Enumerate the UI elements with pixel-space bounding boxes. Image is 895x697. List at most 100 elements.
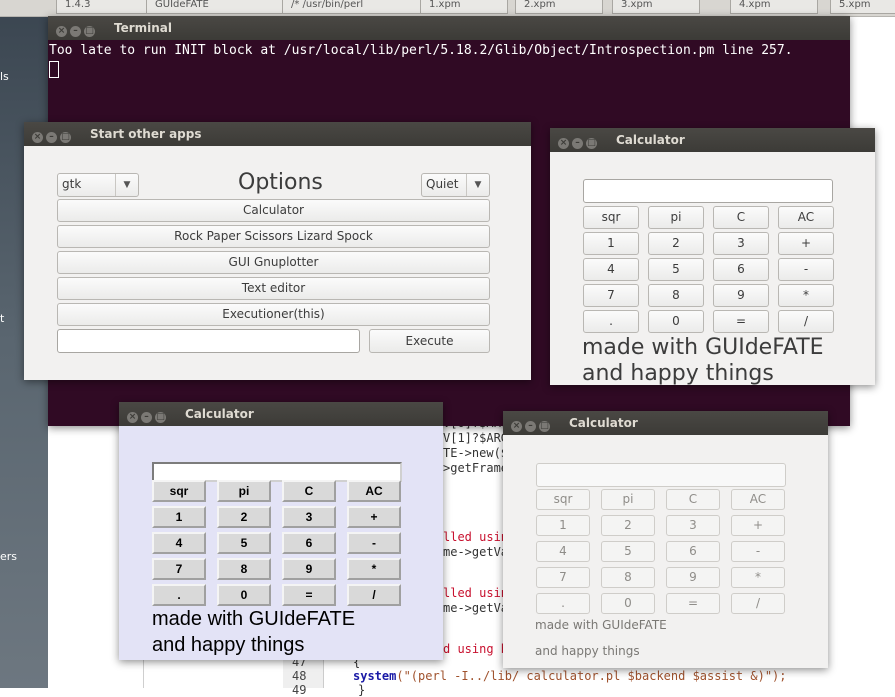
calc-key-button[interactable]: 4 <box>583 258 639 281</box>
calc-key-button[interactable]: 4 <box>152 532 206 554</box>
editor-tab[interactable]: 1.4.3 <box>56 0 154 14</box>
calc-key-button[interactable]: 5 <box>217 532 271 554</box>
editor-tab[interactable]: 3.xpm <box>612 0 700 14</box>
maximize-icon[interactable]: □ <box>155 412 166 423</box>
calc-key-button[interactable]: - <box>778 258 834 281</box>
calculator-titlebar[interactable]: × – □ Calculator <box>503 411 828 435</box>
maximize-icon[interactable]: □ <box>586 138 597 149</box>
calc-key-button[interactable]: = <box>282 584 336 606</box>
calc-key-button[interactable]: 1 <box>152 506 206 528</box>
calc-key-button[interactable]: AC <box>731 489 785 510</box>
calculator-titlebar[interactable]: × – □ Calculator <box>550 128 875 152</box>
gnuplotter-button[interactable]: GUI Gnuplotter <box>57 251 490 274</box>
editor-tab[interactable]: /* /usr/bin/perl <box>282 0 430 14</box>
calc-key-button[interactable]: - <box>347 532 401 554</box>
calc-key-button[interactable]: / <box>778 310 834 333</box>
calculator-display[interactable] <box>583 179 833 203</box>
calc-key-button[interactable]: 7 <box>583 284 639 307</box>
calc-key-button[interactable]: 0 <box>217 584 271 606</box>
calculator-display[interactable] <box>152 462 402 482</box>
calc-key-button[interactable]: * <box>347 558 401 580</box>
calc-key-button[interactable]: C <box>666 489 720 510</box>
calc-key-button[interactable]: sqr <box>536 489 590 510</box>
maximize-icon[interactable]: □ <box>60 132 71 143</box>
close-icon[interactable]: × <box>32 132 43 143</box>
editor-tab[interactable]: 2.xpm <box>515 0 603 14</box>
calc-key-button[interactable]: pi <box>648 206 704 229</box>
calc-key-button[interactable]: 2 <box>601 515 655 536</box>
minimize-icon[interactable]: – <box>572 138 583 149</box>
calc-key-button[interactable]: . <box>152 584 206 606</box>
calc-key-button[interactable]: 9 <box>666 567 720 588</box>
calc-key-button[interactable]: 0 <box>648 310 704 333</box>
calc-key-button[interactable]: + <box>731 515 785 536</box>
calc-key-button[interactable]: 3 <box>666 515 720 536</box>
editor-tab[interactable]: 1.xpm <box>420 0 508 14</box>
minimize-icon[interactable]: – <box>525 421 536 432</box>
calc-key-button[interactable]: 6 <box>713 258 769 281</box>
rpsls-button[interactable]: Rock Paper Scissors Lizard Spock <box>57 225 490 248</box>
close-icon[interactable]: × <box>558 138 569 149</box>
editor-tab[interactable]: 5.xpm <box>830 0 895 14</box>
minimize-icon[interactable]: – <box>70 26 81 37</box>
editor-tab[interactable]: GUIdeFATE <box>146 0 284 14</box>
calc-key-button[interactable]: pi <box>217 480 271 502</box>
terminal-titlebar[interactable]: × – □ Terminal <box>48 16 850 40</box>
close-icon[interactable]: × <box>56 26 67 37</box>
backend-select[interactable]: gtk ▼ <box>57 173 139 197</box>
calc-key-button[interactable]: + <box>347 506 401 528</box>
calc-key-button[interactable]: C <box>282 480 336 502</box>
calc-key-button[interactable]: AC <box>778 206 834 229</box>
calc-key-button[interactable]: . <box>583 310 639 333</box>
executioner-button[interactable]: Executioner(this) <box>57 303 490 326</box>
calc-key-button[interactable]: 7 <box>536 567 590 588</box>
minimize-icon[interactable]: – <box>46 132 57 143</box>
calc-key-button[interactable]: = <box>666 593 720 614</box>
minimize-icon[interactable]: – <box>141 412 152 423</box>
calc-key-button[interactable]: 5 <box>648 258 704 281</box>
calc-key-button[interactable]: . <box>536 593 590 614</box>
maximize-icon[interactable]: □ <box>539 421 550 432</box>
calc-key-button[interactable]: 6 <box>282 532 336 554</box>
calc-key-button[interactable]: pi <box>601 489 655 510</box>
close-icon[interactable]: × <box>127 412 138 423</box>
calc-key-button[interactable]: 1 <box>583 232 639 255</box>
close-icon[interactable]: × <box>511 421 522 432</box>
calc-key-button[interactable]: 8 <box>648 284 704 307</box>
calc-key-button[interactable]: 7 <box>152 558 206 580</box>
calc-key-button[interactable]: * <box>778 284 834 307</box>
calc-key-button[interactable]: C <box>713 206 769 229</box>
calc-key-button[interactable]: 1 <box>536 515 590 536</box>
execute-button[interactable]: Execute <box>369 329 490 353</box>
calculator-titlebar[interactable]: × – □ Calculator <box>119 402 443 426</box>
calc-key-button[interactable]: 3 <box>282 506 336 528</box>
calc-key-button[interactable]: 9 <box>713 284 769 307</box>
calc-key-button[interactable]: / <box>731 593 785 614</box>
calc-key-button[interactable]: 0 <box>601 593 655 614</box>
calc-key-button[interactable]: 2 <box>648 232 704 255</box>
calc-key-button[interactable]: sqr <box>152 480 206 502</box>
calc-key-button[interactable]: 6 <box>666 541 720 562</box>
calc-key-button[interactable]: 5 <box>601 541 655 562</box>
command-input[interactable] <box>57 329 360 353</box>
calc-key-button[interactable]: sqr <box>583 206 639 229</box>
calc-key-button[interactable]: 8 <box>601 567 655 588</box>
calc-key-button[interactable]: 3 <box>713 232 769 255</box>
calculator-display[interactable] <box>536 463 786 487</box>
calc-key-button[interactable]: 2 <box>217 506 271 528</box>
calc-key-button[interactable]: 9 <box>282 558 336 580</box>
calc-key-button[interactable]: * <box>731 567 785 588</box>
mode-select[interactable]: Quiet ▼ <box>421 173 490 197</box>
maximize-icon[interactable]: □ <box>84 26 95 37</box>
calc-key-button[interactable]: AC <box>347 480 401 502</box>
calc-key-button[interactable]: = <box>713 310 769 333</box>
calc-key-button[interactable]: / <box>347 584 401 606</box>
editor-tab[interactable]: 4.xpm <box>730 0 818 14</box>
apps-titlebar[interactable]: × – □ Start other apps <box>24 122 531 146</box>
text-editor-button[interactable]: Text editor <box>57 277 490 300</box>
calc-key-button[interactable]: - <box>731 541 785 562</box>
calculator-button[interactable]: Calculator <box>57 199 490 222</box>
calc-key-button[interactable]: + <box>778 232 834 255</box>
calc-key-button[interactable]: 8 <box>217 558 271 580</box>
calc-key-button[interactable]: 4 <box>536 541 590 562</box>
